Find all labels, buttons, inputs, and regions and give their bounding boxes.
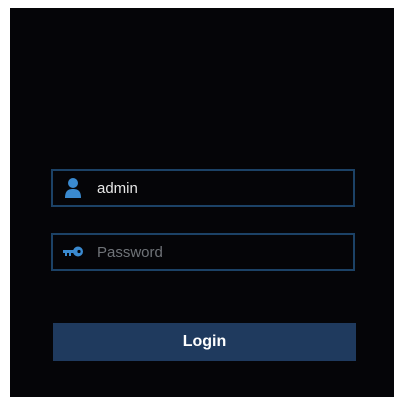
login-panel: admin Login — [10, 8, 394, 397]
username-value[interactable]: admin — [97, 180, 138, 197]
key-icon — [53, 235, 93, 269]
username-field[interactable]: admin — [51, 169, 355, 207]
password-input[interactable] — [97, 243, 337, 261]
user-icon — [53, 171, 93, 205]
login-button[interactable]: Login — [53, 323, 356, 361]
page: admin Login — [0, 0, 394, 401]
password-field[interactable] — [51, 233, 355, 271]
